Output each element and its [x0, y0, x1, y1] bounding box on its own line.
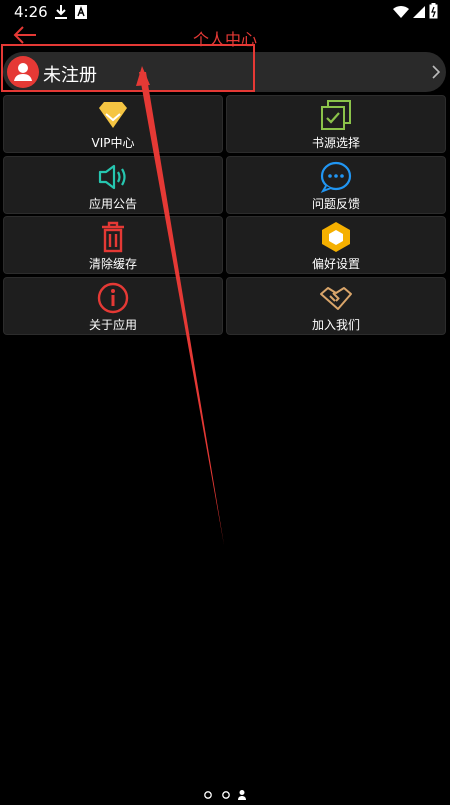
page-dot-active-user-icon	[238, 790, 246, 800]
page-dot	[222, 791, 230, 799]
page-dot	[204, 791, 212, 799]
page-indicator	[0, 786, 450, 800]
annotation-arrow	[136, 66, 224, 545]
